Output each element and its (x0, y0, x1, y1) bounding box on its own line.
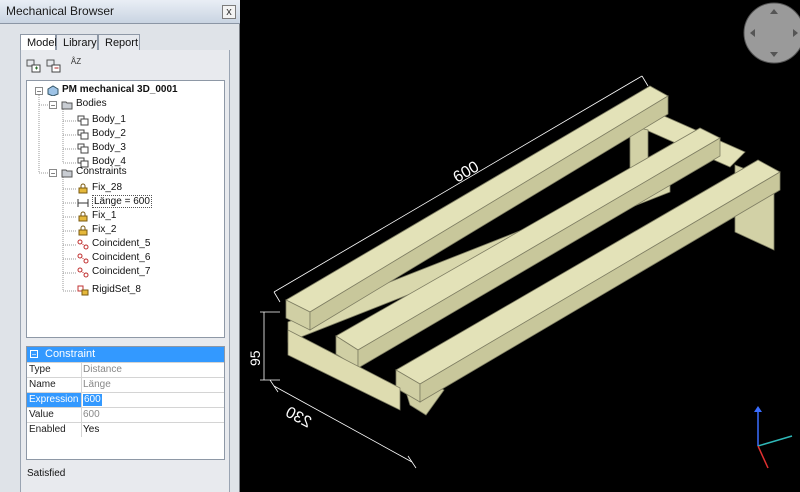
pallet-model[interactable] (285, 85, 781, 416)
body-label: Body_2 (92, 128, 126, 139)
constraint-label: RigidSet_8 (92, 284, 141, 295)
tree-constraint-item[interactable]: Fix_1 (77, 209, 116, 223)
length-dimension-label: 600 (451, 158, 483, 186)
property-value: Länge (83, 379, 111, 390)
folder-icon (61, 169, 73, 177)
remove-component-icon[interactable] (46, 58, 62, 74)
coincident-icon (77, 239, 89, 249)
property-key: Enabled (27, 423, 82, 437)
coincident-icon (77, 267, 89, 277)
coincident-icon (77, 253, 89, 263)
properties-grid: − Constraint Type Distance Name Länge Ex… (26, 346, 225, 460)
property-key: Value (27, 408, 82, 422)
tree-constraint-item[interactable]: Coincident_6 (77, 251, 150, 265)
expression-input[interactable]: 600 (83, 394, 102, 406)
constraint-label: Fix_1 (92, 210, 117, 221)
assembly-icon (47, 84, 59, 96)
tree-constraint-item[interactable]: Fix_28 (77, 181, 122, 195)
width-dimension-label: 230 (282, 404, 314, 432)
sort-icon[interactable]: ÅZ (68, 58, 84, 74)
mechanical-browser-panel: Mechanical Browser x Model Library Repor… (0, 0, 240, 492)
constraint-label: Coincident_5 (92, 238, 151, 249)
constraint-label: Coincident_6 (92, 252, 151, 263)
distance-icon (77, 198, 89, 207)
constraints-collapse-toggle[interactable]: − (49, 169, 57, 178)
constraint-label: Länge = 600 (92, 195, 152, 208)
body-icon (77, 115, 89, 125)
tab-report[interactable]: Report (98, 34, 140, 50)
folder-icon (61, 101, 73, 109)
property-key: Name (27, 378, 82, 392)
constraint-label: Coincident_7 (92, 266, 151, 277)
body-icon (77, 143, 89, 153)
axis-triad (754, 406, 793, 469)
property-row-expression[interactable]: Expression 600 (27, 392, 224, 407)
tree-folder-constraints[interactable]: Constraints (61, 165, 127, 179)
tree-body-item[interactable]: Body_3 (77, 141, 126, 155)
tree-constraint-item[interactable]: Fix_2 (77, 223, 116, 237)
height-dimension-label: 95 (247, 350, 263, 366)
tree-body-item[interactable]: Body_2 (77, 127, 126, 141)
fix-lock-icon (78, 211, 88, 221)
add-component-icon[interactable] (26, 58, 42, 74)
properties-collapse-toggle[interactable]: − (30, 350, 38, 359)
property-key: Type (27, 363, 82, 377)
body-label: Body_3 (92, 142, 126, 153)
navigation-wheel[interactable] (743, 2, 800, 64)
fix-lock-icon (78, 183, 88, 193)
close-icon[interactable]: x (222, 5, 236, 19)
tree-folder-bodies[interactable]: Bodies (61, 97, 107, 111)
tree-root-label: PM mechanical 3D_0001 (62, 84, 178, 95)
tree-constraint-item[interactable]: Coincident_5 (77, 237, 150, 251)
property-value: 600 (83, 409, 100, 420)
properties-header-label: Constraint (45, 348, 96, 360)
tree-constraint-item[interactable]: RigidSet_8 (77, 283, 141, 297)
bodies-label: Bodies (76, 98, 107, 109)
fix-lock-icon (78, 225, 88, 235)
constraint-label: Fix_28 (92, 182, 123, 193)
property-row-enabled[interactable]: Enabled Yes (27, 422, 224, 437)
tab-model[interactable]: Model (20, 34, 57, 51)
constraints-label: Constraints (76, 166, 127, 177)
property-row-name[interactable]: Name Länge (27, 377, 224, 392)
property-key: Expression (27, 393, 82, 407)
bodies-collapse-toggle[interactable]: − (49, 101, 57, 110)
tree-body-item[interactable]: Body_1 (77, 113, 126, 127)
tree-root[interactable]: PM mechanical 3D_0001 (47, 83, 178, 97)
tree-constraint-item-selected[interactable]: Länge = 600 (77, 195, 152, 209)
tree-constraint-item[interactable]: Coincident_7 (77, 265, 150, 279)
model-viewport[interactable]: 600 95 230 (240, 0, 800, 492)
rigid-set-icon (77, 285, 89, 295)
property-value: Distance (83, 364, 122, 375)
constraint-label: Fix_2 (92, 224, 117, 235)
property-value: Yes (83, 424, 100, 435)
properties-header: − Constraint (27, 347, 224, 362)
model-tree: − PM mechanical 3D_0001 − Bodies Body_1 … (26, 80, 225, 338)
panel-title: Mechanical Browser (6, 4, 115, 18)
body-label: Body_1 (92, 114, 126, 125)
property-row-type[interactable]: Type Distance (27, 362, 224, 377)
property-row-value[interactable]: Value 600 (27, 407, 224, 422)
body-icon (77, 129, 89, 139)
status-text: Satisfied (27, 468, 66, 479)
tab-library[interactable]: Library (56, 34, 98, 50)
model-tab-content: ÅZ − PM mechanical 3D_0001 − Bodies Body… (20, 50, 230, 492)
root-collapse-toggle[interactable]: − (35, 87, 43, 96)
panel-titlebar[interactable]: Mechanical Browser x (0, 0, 240, 24)
